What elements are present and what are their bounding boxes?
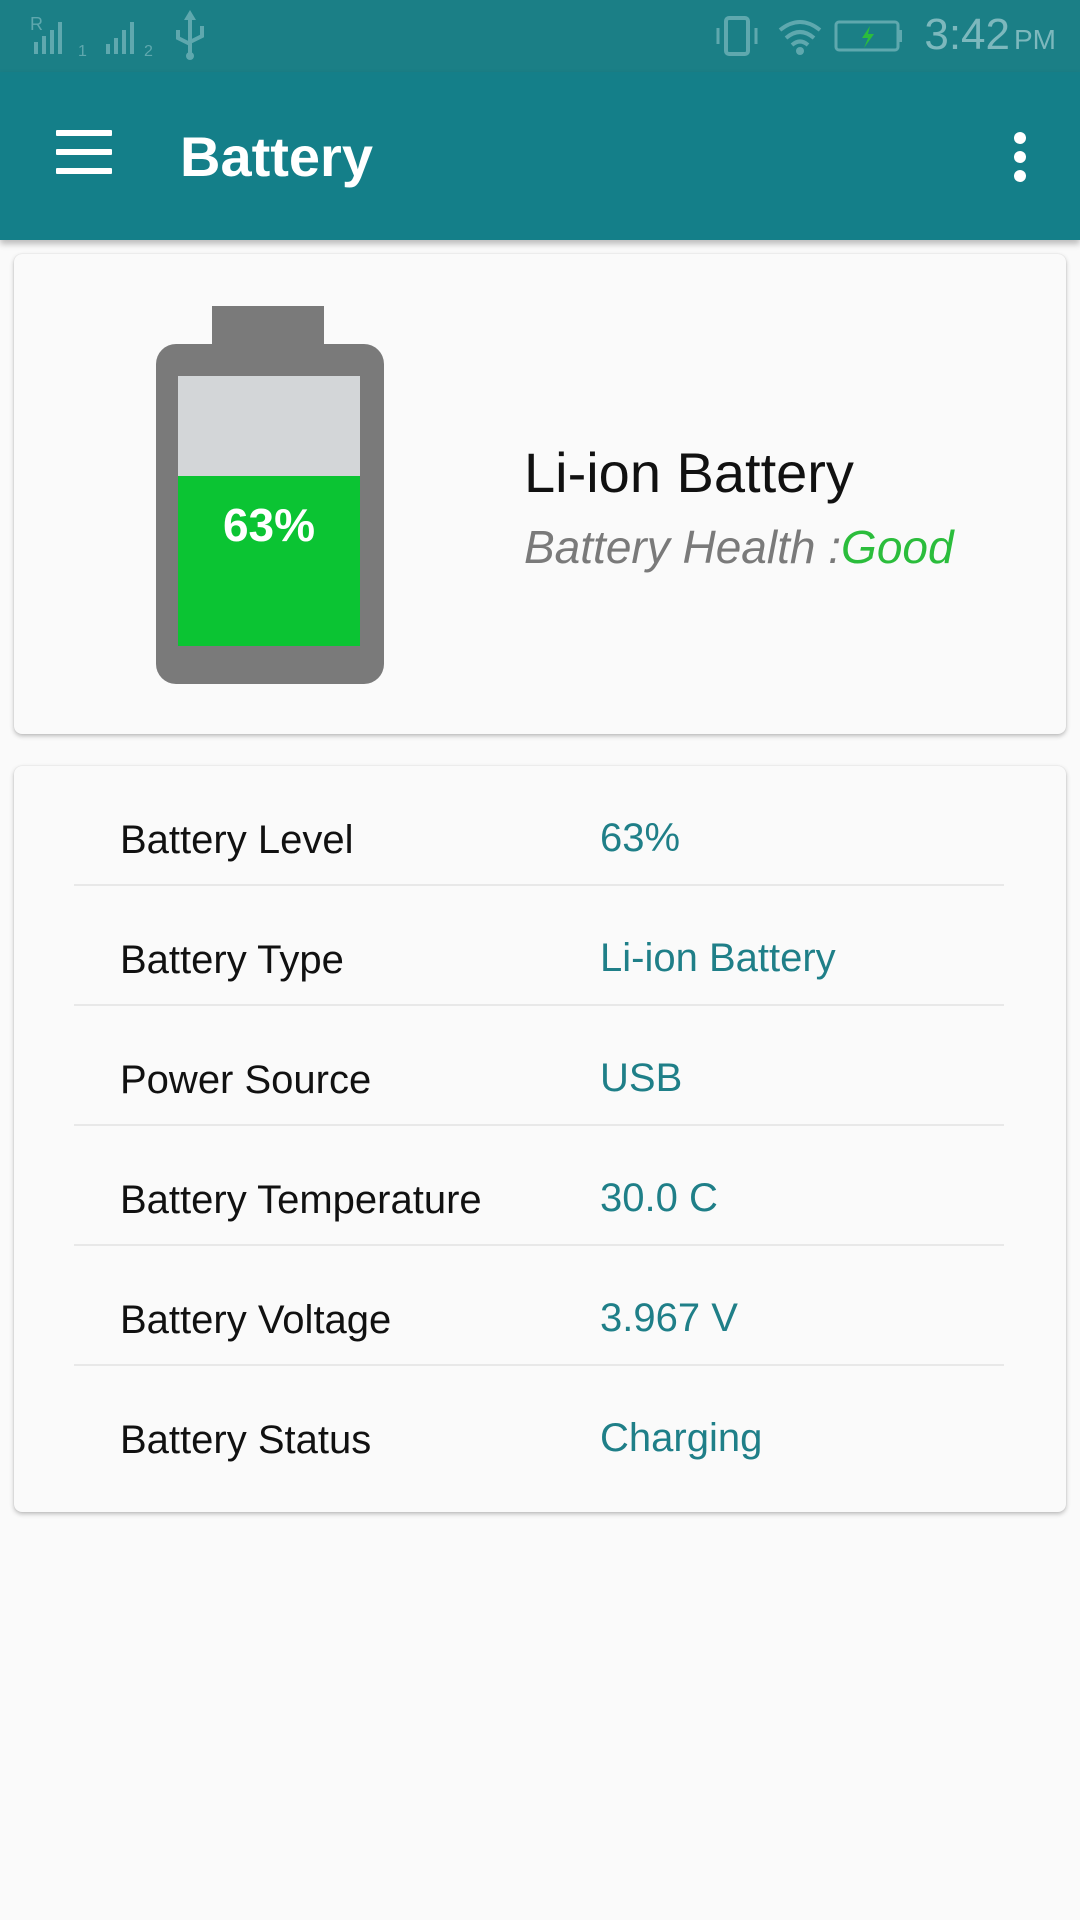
signal-sim1-icon: R 1 xyxy=(30,14,87,58)
status-bar: R 1 2 3:42 PM xyxy=(0,0,1080,72)
detail-label: Battery Type xyxy=(120,938,344,982)
detail-row-temperature: Battery Temperature 30.0 C xyxy=(74,1126,1004,1246)
signal-sim2-icon: 2 xyxy=(106,22,153,58)
detail-value: USB xyxy=(600,1056,683,1100)
wifi-icon xyxy=(778,20,822,55)
battery-level-text: 63% xyxy=(222,498,316,551)
vibrate-icon xyxy=(716,16,758,56)
time-text: 3:42 xyxy=(924,10,1010,59)
detail-row-power-source: Power Source USB xyxy=(74,1006,1004,1126)
battery-charging-icon xyxy=(834,20,902,52)
detail-row-voltage: Battery Voltage 3.967 V xyxy=(74,1246,1004,1366)
battery-health: Battery Health :Good xyxy=(524,520,954,574)
detail-label: Power Source xyxy=(120,1058,372,1102)
app-bar: Battery xyxy=(0,72,1080,240)
battery-health-value: Good xyxy=(841,521,954,573)
sim2-label: 2 xyxy=(144,43,153,58)
detail-value: Charging xyxy=(600,1416,763,1460)
battery-fill: 63% xyxy=(178,475,360,646)
more-vert-icon[interactable] xyxy=(1000,122,1040,192)
battery-body: 63% xyxy=(156,344,384,684)
detail-label: Battery Temperature xyxy=(120,1178,482,1222)
detail-label: Battery Level xyxy=(120,818,354,862)
page-title: Battery xyxy=(180,125,373,188)
status-time: 3:42 PM xyxy=(924,10,1056,60)
battery-details-card: Battery Level 63% Battery Type Li-ion Ba… xyxy=(14,766,1066,1512)
detail-row-level: Battery Level 63% xyxy=(74,766,1004,886)
detail-label: Battery Voltage xyxy=(120,1298,392,1342)
ampm-text: PM xyxy=(1014,24,1056,55)
detail-value: 3.967 V xyxy=(600,1296,738,1340)
sim1-label: 1 xyxy=(78,43,87,58)
roaming-label: R xyxy=(30,14,43,34)
battery-health-label: Battery Health : xyxy=(524,521,842,573)
usb-icon xyxy=(176,10,204,60)
battery-level-graphic: 63% xyxy=(142,306,384,684)
detail-value: 30.0 C xyxy=(600,1176,718,1220)
detail-value: Li-ion Battery xyxy=(600,936,836,980)
battery-summary-card: 63% Li-ion Battery Battery Health :Good xyxy=(14,254,1066,734)
detail-row-type: Battery Type Li-ion Battery xyxy=(74,886,1004,1006)
detail-value: 63% xyxy=(600,816,681,860)
battery-name: Li-ion Battery xyxy=(524,441,854,504)
detail-label: Battery Status xyxy=(120,1418,372,1462)
battery-inner: 63% xyxy=(178,376,360,646)
detail-row-status: Battery Status Charging xyxy=(74,1366,1004,1486)
hamburger-menu-icon[interactable] xyxy=(44,122,124,182)
